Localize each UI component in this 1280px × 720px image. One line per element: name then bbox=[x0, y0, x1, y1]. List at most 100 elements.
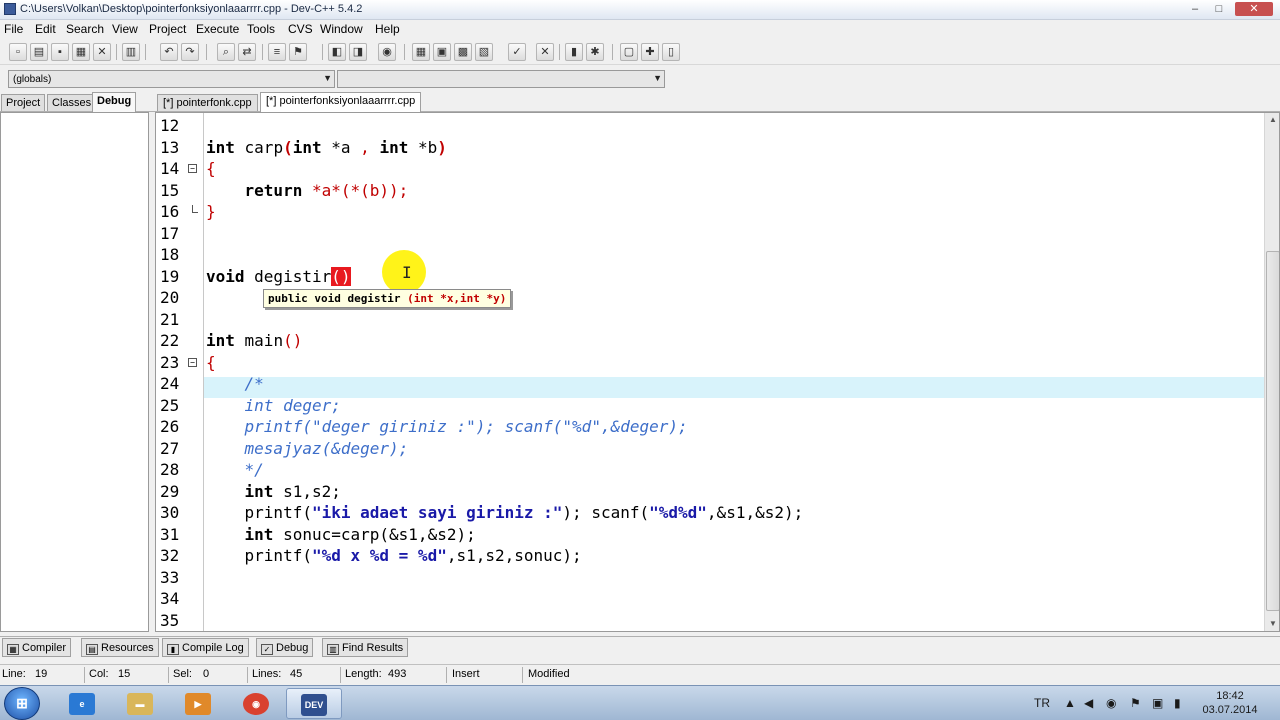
devcpp-icon: DEV bbox=[301, 694, 327, 717]
minimize-button[interactable]: – bbox=[1184, 2, 1206, 16]
menu-cvs[interactable]: CVS bbox=[288, 22, 313, 36]
chevron-down-icon: ▼ bbox=[653, 73, 662, 83]
language-indicator[interactable]: TR bbox=[1034, 696, 1050, 710]
devcpp-taskbar-button[interactable]: DEV bbox=[286, 688, 342, 719]
tab-debug-output[interactable]: ✓ Debug bbox=[256, 638, 314, 657]
network-icon[interactable]: ▮ bbox=[1174, 696, 1181, 710]
fold-toggle-icon[interactable]: − bbox=[188, 164, 197, 173]
menu-view[interactable]: View bbox=[112, 22, 138, 36]
code-line-27: mesajyaz(&deger); bbox=[206, 438, 409, 458]
explorer-taskbar-button[interactable]: ▬ bbox=[112, 688, 168, 719]
menu-tools[interactable]: Tools bbox=[247, 22, 275, 36]
speaker-icon[interactable]: ◀ bbox=[1084, 696, 1093, 710]
close-file-icon[interactable]: ✕ bbox=[93, 43, 111, 61]
code-line-30: printf("iki adaet sayi giriniz :"); scan… bbox=[206, 503, 804, 522]
new-file-icon[interactable]: ▫ bbox=[9, 43, 27, 61]
line-number: 31 bbox=[160, 524, 180, 544]
save-icon[interactable]: ▪ bbox=[51, 43, 69, 61]
menu-edit[interactable]: Edit bbox=[35, 22, 56, 36]
code-editor[interactable]: 12 13 14 15 16 17 18 19 20 21 22 23 24 2… bbox=[155, 112, 1280, 632]
unindent-icon[interactable]: ◧ bbox=[328, 43, 346, 61]
member-combo[interactable]: ▼ bbox=[337, 70, 665, 88]
profile-icon[interactable]: ▮ bbox=[565, 43, 583, 61]
run-icon[interactable]: ▣ bbox=[433, 43, 451, 61]
ie-taskbar-button[interactable]: e bbox=[54, 688, 110, 719]
scope-combo-value: (globals) bbox=[13, 74, 52, 85]
menu-execute[interactable]: Execute bbox=[196, 22, 239, 36]
tabs-row: Project Classes Debug [*] pointerfonk.cp… bbox=[0, 92, 1280, 113]
tab-compiler[interactable]: ▦ Compiler bbox=[2, 638, 72, 657]
line-number: 29 bbox=[160, 481, 180, 501]
indent-icon[interactable]: ◨ bbox=[349, 43, 367, 61]
redo-icon[interactable]: ↷ bbox=[181, 43, 199, 61]
scroll-up-icon[interactable]: ▲ bbox=[1266, 113, 1279, 127]
status-insert-mode: Insert bbox=[452, 668, 480, 680]
tab-classes[interactable]: Classes bbox=[47, 94, 97, 111]
compile-run-icon[interactable]: ▩ bbox=[454, 43, 472, 61]
toggle-bookmark-icon[interactable]: ⚑ bbox=[289, 43, 307, 61]
line-number: 13 bbox=[160, 137, 180, 157]
tab-debug[interactable]: Debug bbox=[92, 92, 137, 112]
open-project-icon[interactable]: ▤ bbox=[30, 43, 48, 61]
code-line-15: return *a*(*(b)); bbox=[244, 180, 409, 200]
line-number: 35 bbox=[160, 610, 180, 630]
menu-help[interactable]: Help bbox=[375, 22, 400, 36]
print-icon[interactable]: ▥ bbox=[122, 43, 140, 61]
menu-file[interactable]: File bbox=[4, 22, 23, 36]
line-gutter: 12 13 14 15 16 17 18 19 20 21 22 23 24 2… bbox=[156, 113, 200, 631]
file-tab-pointerfonk[interactable]: [*] pointerfonk.cpp bbox=[157, 94, 258, 111]
system-clock[interactable]: 18:42 03.07.2014 bbox=[1200, 689, 1260, 717]
goto-line-icon[interactable]: ≡ bbox=[268, 43, 286, 61]
tab-compile-log[interactable]: ▮ Compile Log bbox=[162, 638, 249, 657]
debug-icon[interactable]: ✱ bbox=[586, 43, 604, 61]
close-button[interactable]: ✕ bbox=[1235, 2, 1273, 16]
monitor-icon[interactable]: ▣ bbox=[1152, 696, 1163, 710]
line-number: 27 bbox=[160, 438, 180, 458]
menu-window[interactable]: Window bbox=[320, 22, 363, 36]
tab-find-results[interactable]: ▥ Find Results bbox=[322, 638, 409, 657]
menu-search[interactable]: Search bbox=[66, 22, 104, 36]
code-line-14: { bbox=[206, 159, 216, 178]
code-line-13: int carp(int *a , int *b) bbox=[206, 137, 447, 157]
line-number: 34 bbox=[160, 589, 180, 608]
tab-project[interactable]: Project bbox=[1, 94, 46, 111]
code-line-24: /* bbox=[206, 374, 264, 393]
maximize-button[interactable]: □ bbox=[1208, 2, 1230, 16]
find-icon[interactable]: ⌕ bbox=[217, 43, 235, 61]
debug-check-icon: ✓ bbox=[261, 644, 273, 655]
rebuild-icon[interactable]: ▧ bbox=[475, 43, 493, 61]
undo-icon[interactable]: ↶ bbox=[160, 43, 178, 61]
code-line-16: } bbox=[206, 202, 216, 221]
compile-icon[interactable]: ▦ bbox=[412, 43, 430, 61]
syntax-check-icon[interactable]: ✓ bbox=[508, 43, 526, 61]
add-to-project-icon[interactable]: ✚ bbox=[641, 43, 659, 61]
line-number: 19 bbox=[160, 266, 180, 286]
line-number: 21 bbox=[160, 309, 180, 329]
stop-icon[interactable]: ✕ bbox=[536, 43, 554, 61]
window-title: C:\Users\Volkan\Desktop\pointerfonksiyon… bbox=[20, 3, 363, 15]
menu-project[interactable]: Project bbox=[149, 22, 186, 36]
flag-icon[interactable]: ⚑ bbox=[1130, 696, 1141, 710]
toggle-comment-icon[interactable]: ◉ bbox=[378, 43, 396, 61]
sound-icon[interactable]: ◉ bbox=[1106, 696, 1116, 710]
scroll-down-icon[interactable]: ▼ bbox=[1266, 617, 1279, 631]
find-results-icon: ▥ bbox=[327, 644, 339, 655]
line-number: 22 bbox=[160, 331, 180, 350]
scope-combo[interactable]: (globals) ▼ bbox=[8, 70, 335, 88]
file-tab-pointerfonksiyonlaaarrrr[interactable]: [*] pointerfonksiyonlaaarrrr.cpp bbox=[260, 92, 422, 113]
fold-toggle-icon[interactable]: − bbox=[188, 358, 197, 367]
vertical-scrollbar[interactable]: ▲ ▼ bbox=[1264, 113, 1279, 631]
title-bar: C:\Users\Volkan\Desktop\pointerfonksiyon… bbox=[0, 0, 1280, 20]
save-all-icon[interactable]: ▦ bbox=[72, 43, 90, 61]
show-hidden-icons-icon[interactable]: ▲ bbox=[1064, 696, 1076, 710]
replace-icon[interactable]: ⇄ bbox=[238, 43, 256, 61]
media-player-taskbar-button[interactable]: ▶ bbox=[170, 688, 226, 719]
start-button[interactable]: ⊞ bbox=[4, 687, 40, 720]
scrollbar-thumb[interactable] bbox=[1266, 251, 1279, 611]
status-length-label: Length: bbox=[345, 668, 382, 680]
new-project-icon[interactable]: ▢ bbox=[620, 43, 638, 61]
tab-resources[interactable]: ▤ Resources bbox=[81, 638, 159, 657]
line-number: 28 bbox=[160, 460, 180, 479]
remove-from-project-icon[interactable]: ▯ bbox=[662, 43, 680, 61]
chrome-taskbar-button[interactable]: ◉ bbox=[228, 688, 284, 719]
